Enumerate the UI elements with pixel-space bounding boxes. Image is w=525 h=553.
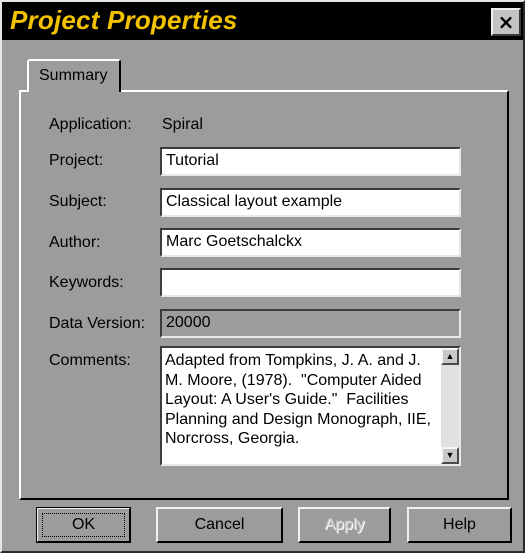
tab-summary-label: Summary xyxy=(39,67,108,84)
comments-scrollbar[interactable]: ▲ ▼ xyxy=(441,348,459,464)
cancel-button[interactable]: Cancel xyxy=(156,507,283,543)
application-value: Spiral xyxy=(162,116,203,133)
ok-button[interactable]: OK xyxy=(36,507,131,543)
apply-button: Apply xyxy=(298,507,391,543)
keywords-label: Keywords: xyxy=(49,274,124,291)
project-field[interactable]: Tutorial xyxy=(160,147,461,176)
subject-field[interactable]: Classical layout example xyxy=(160,188,461,217)
help-button[interactable]: Help xyxy=(407,507,512,543)
author-field[interactable]: Marc Goetschalckx xyxy=(160,228,461,257)
close-icon: × xyxy=(497,10,515,34)
scroll-up-arrow-icon[interactable]: ▲ xyxy=(441,348,459,365)
project-label: Project: xyxy=(49,152,104,169)
help-button-label: Help xyxy=(443,516,476,533)
project-properties-dialog: Project Properties × Summary Application… xyxy=(0,0,525,553)
comments-textarea[interactable]: Adapted from Tompkins, J. A. and J. M. M… xyxy=(160,346,461,466)
apply-button-label: Apply xyxy=(324,516,365,533)
close-button[interactable]: × xyxy=(491,8,521,36)
data-version-field: 20000 xyxy=(160,309,461,338)
dialog-title: Project Properties xyxy=(10,5,238,35)
author-label: Author: xyxy=(49,234,101,251)
comments-text: Adapted from Tompkins, J. A. and J. M. M… xyxy=(165,352,436,447)
data-version-label: Data Version: xyxy=(49,315,146,332)
focus-rectangle xyxy=(42,513,125,537)
title-bar[interactable]: Project Properties × xyxy=(2,2,523,40)
comments-label: Comments: xyxy=(49,352,131,369)
scroll-down-arrow-icon[interactable]: ▼ xyxy=(441,447,459,464)
cancel-button-label: Cancel xyxy=(194,516,245,533)
tab-summary[interactable]: Summary xyxy=(27,59,121,92)
keywords-field[interactable] xyxy=(160,268,461,297)
subject-label: Subject: xyxy=(49,193,107,210)
application-label: Application: xyxy=(49,116,132,133)
